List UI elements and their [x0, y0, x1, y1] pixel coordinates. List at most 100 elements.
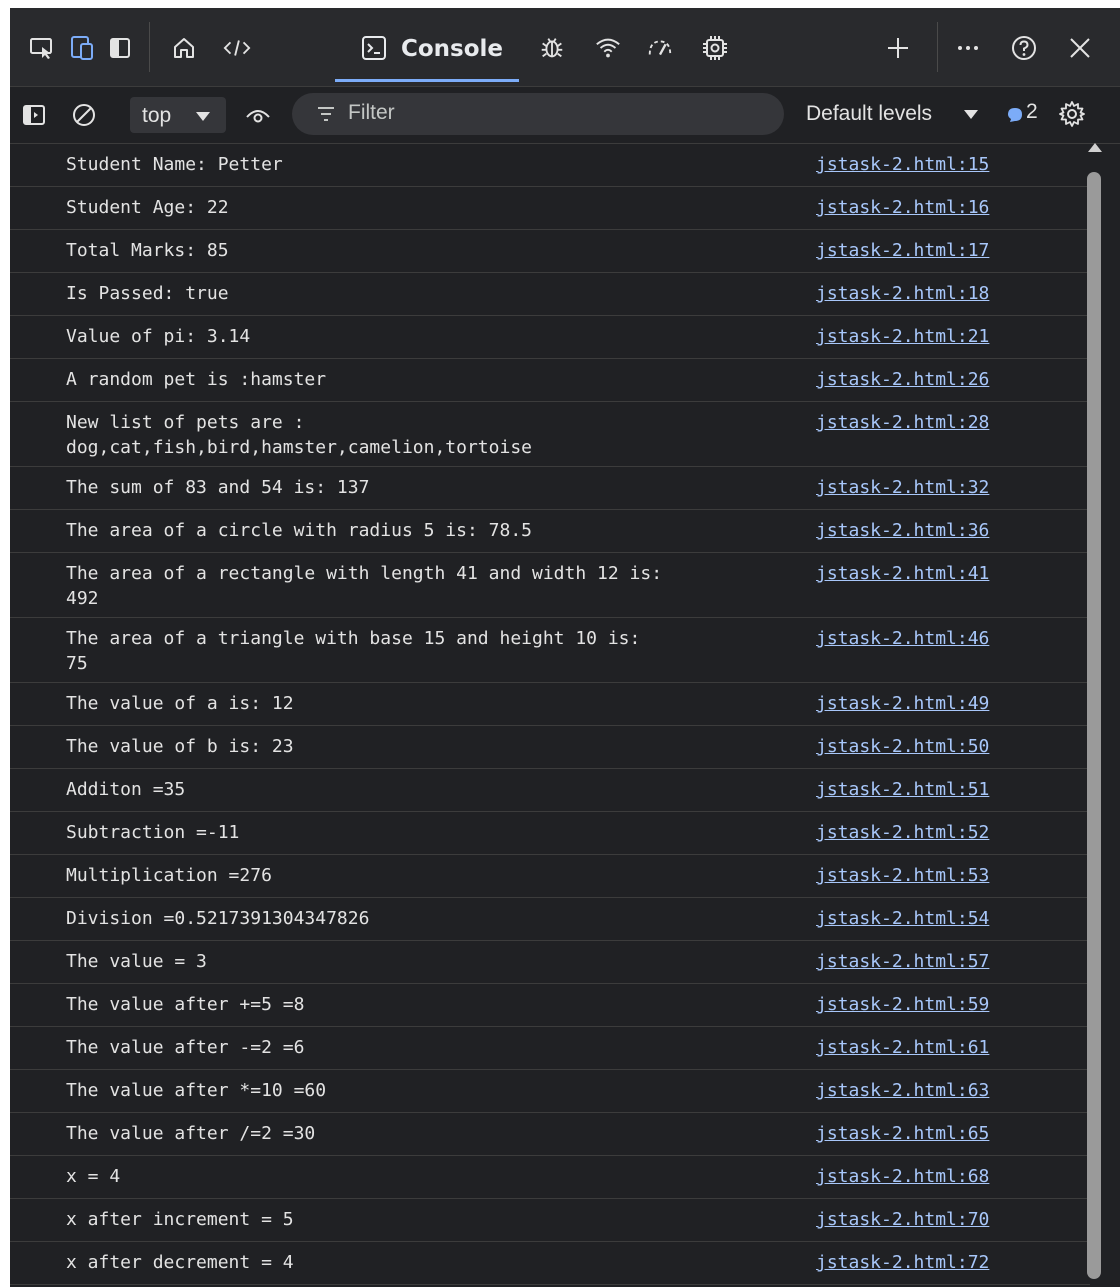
log-message: New list of pets are : dog,cat,fish,bird…: [66, 412, 532, 458]
log-entry: New list of pets are : dog,cat,fish,bird…: [10, 402, 1090, 467]
log-message: The value after +=5 =8: [66, 994, 305, 1015]
log-message: The sum of 83 and 54 is: 137: [66, 477, 370, 498]
source-link[interactable]: jstask-2.html:53: [816, 863, 989, 888]
device-toolbar-icon[interactable]: [28, 34, 56, 62]
log-entry: x after increment = 5 jstask-2.html:70: [10, 1199, 1090, 1242]
source-link[interactable]: jstask-2.html:32: [816, 475, 989, 500]
source-link[interactable]: jstask-2.html:21: [816, 324, 989, 349]
chevron-down-icon: [964, 110, 978, 119]
source-link[interactable]: jstask-2.html:51: [816, 777, 989, 802]
source-link[interactable]: jstask-2.html:52: [816, 820, 989, 845]
performance-icon[interactable]: [646, 34, 674, 62]
live-expression-eye-icon[interactable]: [244, 101, 272, 129]
source-link[interactable]: jstask-2.html:41: [816, 561, 989, 586]
log-message: x = 4: [66, 1166, 121, 1187]
log-entry: The area of a rectangle with length 41 a…: [10, 553, 1090, 618]
close-icon[interactable]: [1066, 34, 1094, 62]
source-link[interactable]: jstask-2.html:16: [816, 195, 989, 220]
clear-console-icon[interactable]: [70, 101, 98, 129]
source-link[interactable]: jstask-2.html:46: [816, 626, 989, 651]
settings-gear-icon[interactable]: [1058, 100, 1086, 132]
scrollbar-thumb[interactable]: [1087, 172, 1101, 1279]
log-message: Total Marks: 85: [66, 240, 229, 261]
filter-input[interactable]: Filter: [292, 93, 784, 135]
log-message: The value after /=2 =30: [66, 1123, 316, 1144]
console-toolbar: top Filter Default levels 2: [10, 87, 1120, 144]
log-entry: Student Age: 22 jstask-2.html:16: [10, 187, 1090, 230]
source-link[interactable]: jstask-2.html:18: [816, 281, 989, 306]
devtools-panel: Console top Filter Default levels 2 Stud…: [10, 8, 1120, 1287]
divider: [149, 22, 150, 72]
network-wifi-icon[interactable]: [594, 34, 622, 62]
tab-console[interactable]: Console: [335, 8, 519, 86]
source-link[interactable]: jstask-2.html:36: [816, 518, 989, 543]
log-levels-dropdown[interactable]: Default levels: [806, 102, 932, 126]
log-entry: The value after +=5 =8 jstask-2.html:59: [10, 984, 1090, 1027]
log-entry: Subtraction =-11 jstask-2.html:52: [10, 812, 1090, 855]
source-link[interactable]: jstask-2.html:26: [816, 367, 989, 392]
source-link[interactable]: jstask-2.html:72: [816, 1250, 989, 1275]
source-link[interactable]: jstask-2.html:65: [816, 1121, 989, 1146]
source-link[interactable]: jstask-2.html:50: [816, 734, 989, 759]
source-link[interactable]: jstask-2.html:70: [816, 1207, 989, 1232]
source-link[interactable]: jstask-2.html:59: [816, 992, 989, 1017]
log-message: Division =0.5217391304347826: [66, 908, 370, 929]
source-link[interactable]: jstask-2.html:54: [816, 906, 989, 931]
log-entry: The value after -=2 =6 jstask-2.html:61: [10, 1027, 1090, 1070]
log-entry: The value = 3 jstask-2.html:57: [10, 941, 1090, 984]
home-icon[interactable]: [170, 34, 198, 62]
console-icon: [361, 35, 387, 65]
source-link[interactable]: jstask-2.html:61: [816, 1035, 989, 1060]
show-sidebar-icon[interactable]: [20, 101, 48, 129]
filter-icon: [316, 106, 336, 126]
memory-chip-icon[interactable]: [701, 34, 729, 62]
sources-bug-icon[interactable]: [538, 34, 566, 62]
more-options-icon[interactable]: [954, 34, 982, 62]
source-link[interactable]: jstask-2.html:49: [816, 691, 989, 716]
log-message: Additon =35: [66, 779, 186, 800]
elements-icon[interactable]: [223, 34, 251, 62]
log-message: A random pet is :hamster: [66, 369, 327, 390]
scroll-up-arrow-icon[interactable]: [1088, 143, 1102, 152]
source-link[interactable]: jstask-2.html:63: [816, 1078, 989, 1103]
log-message: Student Age: 22: [66, 197, 229, 218]
source-link[interactable]: jstask-2.html:17: [816, 238, 989, 263]
issues-chat-icon[interactable]: [1007, 107, 1023, 127]
log-entry: Student Name: Petter jstask-2.html:15: [10, 144, 1090, 187]
log-entry: Division =0.5217391304347826 jstask-2.htm…: [10, 898, 1090, 941]
log-entry: The value after /=2 =30 jstask-2.html:65: [10, 1113, 1090, 1156]
context-selector-value: top: [142, 104, 172, 127]
log-message: Subtraction =-11: [66, 822, 240, 843]
more-tabs-plus-icon[interactable]: [884, 34, 912, 62]
source-link[interactable]: jstask-2.html:15: [816, 152, 989, 177]
log-message: The value = 3: [66, 951, 207, 972]
log-entry: The value after *=10 =60 jstask-2.html:63: [10, 1070, 1090, 1113]
chevron-down-icon: [196, 112, 210, 121]
source-link[interactable]: jstask-2.html:57: [816, 949, 989, 974]
log-message: The value after *=10 =60: [66, 1080, 327, 1101]
issues-count[interactable]: 2: [1026, 100, 1038, 124]
log-message: The value of b is: 23: [66, 736, 294, 757]
log-message: The value after -=2 =6: [66, 1037, 305, 1058]
filter-placeholder: Filter: [348, 101, 395, 124]
source-link[interactable]: jstask-2.html:28: [816, 410, 989, 435]
active-tab-indicator: [335, 79, 519, 82]
devtools-tab-bar: Console: [10, 8, 1120, 87]
log-message: x after increment = 5: [66, 1209, 294, 1230]
log-entry: x after decrement = 4 jstask-2.html:72: [10, 1242, 1090, 1285]
device-emulation-icon[interactable]: [68, 34, 96, 62]
dock-side-icon[interactable]: [106, 34, 134, 62]
context-selector[interactable]: top: [130, 97, 226, 133]
log-message: The area of a circle with radius 5 is: 7…: [66, 520, 532, 541]
log-message: Student Name: Petter: [66, 154, 283, 175]
log-entry: The sum of 83 and 54 is: 137 jstask-2.htm…: [10, 467, 1090, 510]
source-link[interactable]: jstask-2.html:68: [816, 1164, 989, 1189]
log-entry: The value of a is: 12 jstask-2.html:49: [10, 683, 1090, 726]
console-log: Student Name: Petter jstask-2.html:15 Stu…: [10, 144, 1090, 1287]
log-entry: The area of a circle with radius 5 is: 7…: [10, 510, 1090, 553]
log-message: Multiplication =276: [66, 865, 272, 886]
help-icon[interactable]: [1010, 34, 1038, 62]
log-entry: x = 4 jstask-2.html:68: [10, 1156, 1090, 1199]
divider: [937, 22, 938, 72]
tab-console-label: Console: [401, 36, 504, 62]
